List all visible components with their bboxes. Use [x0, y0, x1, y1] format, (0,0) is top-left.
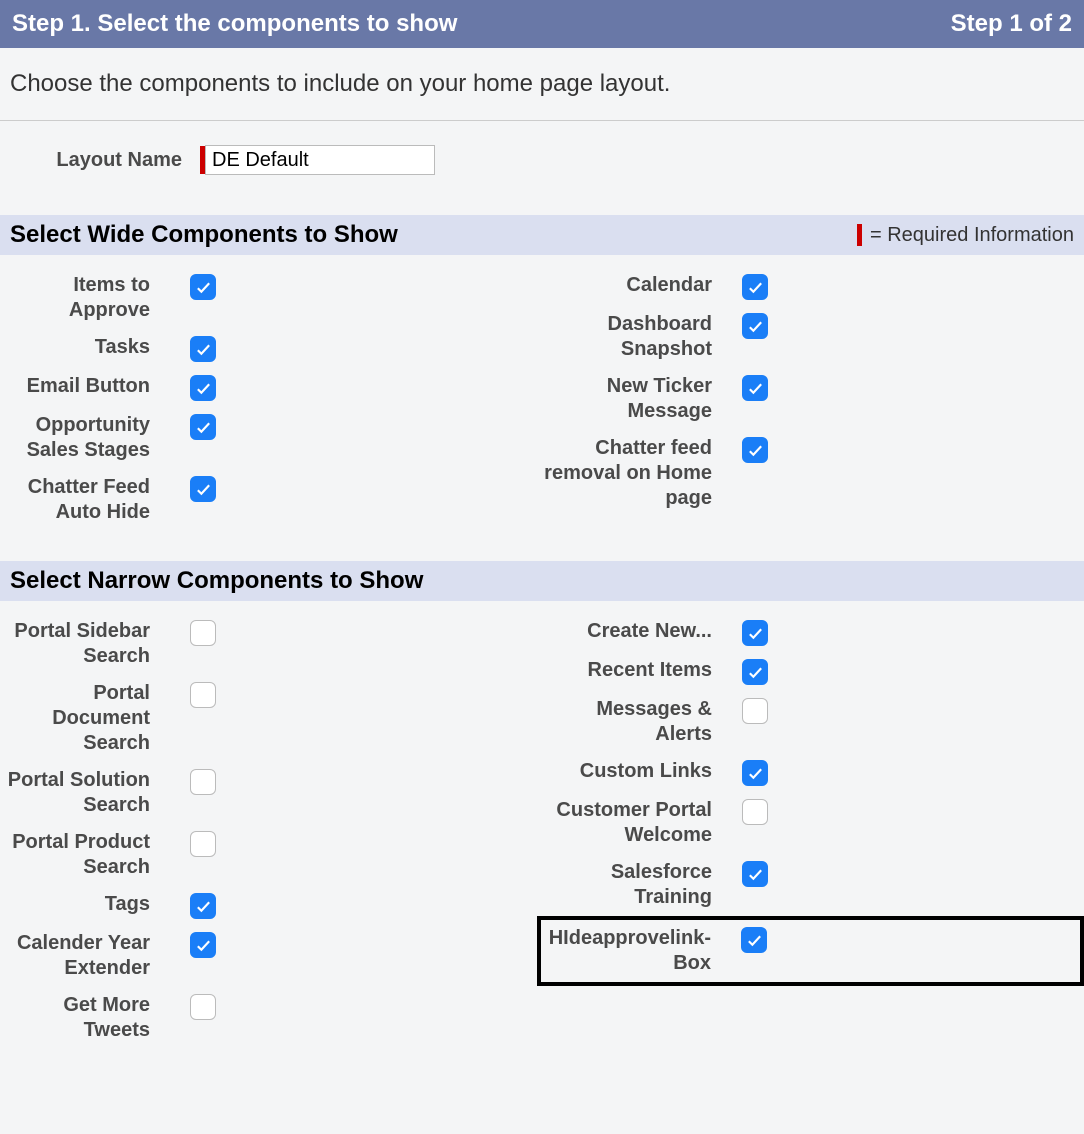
- step-header: Step 1. Select the components to show St…: [0, 0, 1084, 48]
- step-counter: Step 1 of 2: [951, 10, 1072, 38]
- component-row-create-new: Create New...: [542, 613, 1084, 652]
- component-row-dashboard-snapshot: Dashboard Snapshot: [542, 306, 1084, 368]
- component-row-new-ticker-message: New Ticker Message: [542, 368, 1084, 430]
- component-label-portal-document-search: Portal Document Search: [0, 681, 190, 756]
- component-row-opportunity-sales-stages: Opportunity Sales Stages: [0, 407, 542, 469]
- component-row-portal-document-search: Portal Document Search: [0, 675, 542, 762]
- component-label-customer-portal-welcome: Customer Portal Welcome: [542, 798, 742, 848]
- checkbox-hideapprovelink-box[interactable]: [741, 927, 767, 953]
- component-row-calender-year-extender: Calender Year Extender: [0, 925, 542, 987]
- checkbox-email-button[interactable]: [190, 375, 216, 401]
- component-label-chatter-feed-removal-on-home-page: Chatter feed removal on Home page: [542, 436, 742, 511]
- component-row-items-to-approve: Items to Approve: [0, 267, 542, 329]
- component-row-tags: Tags: [0, 886, 542, 925]
- checkbox-calendar[interactable]: [742, 274, 768, 300]
- component-row-calendar: Calendar: [542, 267, 1084, 306]
- checkbox-dashboard-snapshot[interactable]: [742, 313, 768, 339]
- checkbox-portal-solution-search[interactable]: [190, 769, 216, 795]
- wide-section-title: Select Wide Components to Show: [10, 221, 398, 249]
- narrow-components-grid: Portal Sidebar Search Portal Document Se…: [0, 601, 1084, 1079]
- component-label-hideapprovelink-box: HIdeapprovelink-Box: [541, 926, 741, 976]
- component-row-portal-sidebar-search: Portal Sidebar Search: [0, 613, 542, 675]
- component-label-portal-solution-search: Portal Solution Search: [0, 768, 190, 818]
- checkbox-chatter-feed-auto-hide[interactable]: [190, 476, 216, 502]
- component-row-portal-product-search: Portal Product Search: [0, 824, 542, 886]
- component-label-tasks: Tasks: [0, 335, 190, 360]
- narrow-section-header: Select Narrow Components to Show: [0, 561, 1084, 601]
- checkbox-opportunity-sales-stages[interactable]: [190, 414, 216, 440]
- checkbox-recent-items[interactable]: [742, 659, 768, 685]
- checkbox-custom-links[interactable]: [742, 760, 768, 786]
- component-label-custom-links: Custom Links: [542, 759, 742, 784]
- checkbox-salesforce-training[interactable]: [742, 861, 768, 887]
- component-row-customer-portal-welcome: Customer Portal Welcome: [542, 792, 1084, 854]
- checkbox-tasks[interactable]: [190, 336, 216, 362]
- component-label-email-button: Email Button: [0, 374, 190, 399]
- component-label-calender-year-extender: Calender Year Extender: [0, 931, 190, 981]
- component-label-recent-items: Recent Items: [542, 658, 742, 683]
- required-info-text: = Required Information: [870, 224, 1074, 247]
- component-row-custom-links: Custom Links: [542, 753, 1084, 792]
- component-label-new-ticker-message: New Ticker Message: [542, 374, 742, 424]
- component-row-messages-alerts: Messages & Alerts: [542, 691, 1084, 753]
- layout-name-label: Layout Name: [10, 149, 200, 172]
- checkbox-items-to-approve[interactable]: [190, 274, 216, 300]
- component-row-recent-items: Recent Items: [542, 652, 1084, 691]
- component-row-get-more-tweets: Get More Tweets: [0, 987, 542, 1049]
- layout-name-input[interactable]: [205, 145, 435, 175]
- component-row-salesforce-training: Salesforce Training: [542, 854, 1084, 916]
- component-row-chatter-feed-removal-on-home-page: Chatter feed removal on Home page: [542, 430, 1084, 517]
- checkbox-portal-document-search[interactable]: [190, 682, 216, 708]
- layout-name-row: Layout Name: [0, 121, 1084, 215]
- component-label-portal-product-search: Portal Product Search: [0, 830, 190, 880]
- component-label-chatter-feed-auto-hide: Chatter Feed Auto Hide: [0, 475, 190, 525]
- component-row-tasks: Tasks: [0, 329, 542, 368]
- checkbox-tags[interactable]: [190, 893, 216, 919]
- required-indicator-icon: [857, 224, 862, 246]
- wide-components-grid: Items to Approve Tasks Email Button Oppo…: [0, 255, 1084, 561]
- component-label-opportunity-sales-stages: Opportunity Sales Stages: [0, 413, 190, 463]
- checkbox-get-more-tweets[interactable]: [190, 994, 216, 1020]
- component-label-calendar: Calendar: [542, 273, 742, 298]
- component-label-create-new: Create New...: [542, 619, 742, 644]
- component-row-portal-solution-search: Portal Solution Search: [0, 762, 542, 824]
- checkbox-customer-portal-welcome[interactable]: [742, 799, 768, 825]
- checkbox-new-ticker-message[interactable]: [742, 375, 768, 401]
- component-label-salesforce-training: Salesforce Training: [542, 860, 742, 910]
- checkbox-portal-product-search[interactable]: [190, 831, 216, 857]
- component-label-tags: Tags: [0, 892, 190, 917]
- component-label-portal-sidebar-search: Portal Sidebar Search: [0, 619, 190, 669]
- highlight-box-hideapprovelink-box: HIdeapprovelink-Box: [537, 916, 1084, 986]
- component-label-get-more-tweets: Get More Tweets: [0, 993, 190, 1043]
- checkbox-calender-year-extender[interactable]: [190, 932, 216, 958]
- required-info: = Required Information: [857, 224, 1074, 247]
- instruction-text: Choose the components to include on your…: [0, 48, 1084, 121]
- checkbox-messages-alerts[interactable]: [742, 698, 768, 724]
- checkbox-portal-sidebar-search[interactable]: [190, 620, 216, 646]
- narrow-section-title: Select Narrow Components to Show: [10, 567, 423, 595]
- wide-section-header: Select Wide Components to Show = Require…: [0, 215, 1084, 255]
- checkbox-create-new[interactable]: [742, 620, 768, 646]
- step-title: Step 1. Select the components to show: [12, 10, 457, 38]
- component-label-dashboard-snapshot: Dashboard Snapshot: [542, 312, 742, 362]
- component-label-items-to-approve: Items to Approve: [0, 273, 190, 323]
- checkbox-chatter-feed-removal-on-home-page[interactable]: [742, 437, 768, 463]
- component-row-email-button: Email Button: [0, 368, 542, 407]
- component-label-messages-alerts: Messages & Alerts: [542, 697, 742, 747]
- component-row-chatter-feed-auto-hide: Chatter Feed Auto Hide: [0, 469, 542, 531]
